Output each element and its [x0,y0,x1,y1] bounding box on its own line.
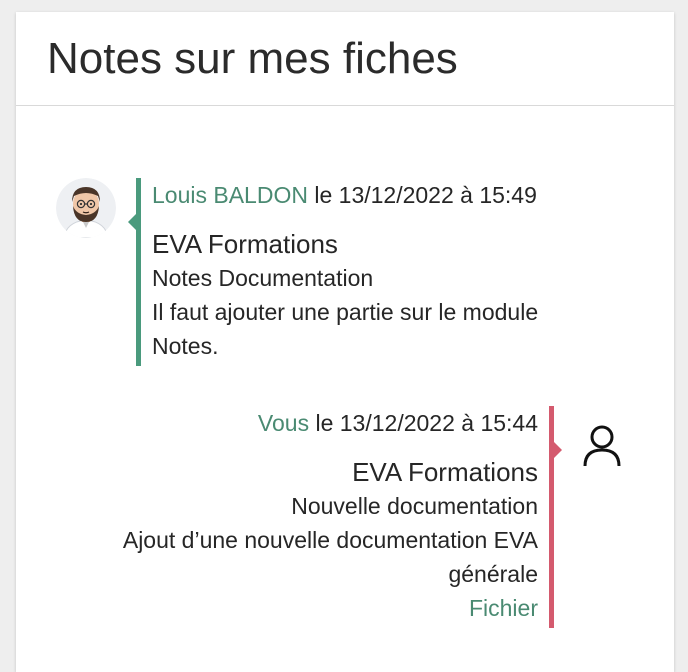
note-title: EVA Formations [152,229,338,259]
note-author[interactable]: Louis BALDON [152,182,308,208]
note-meta: Vous le 13/12/2022 à 15:44 [94,406,538,440]
note-author[interactable]: Vous [258,410,309,436]
note-meta: Louis BALDON le 13/12/2022 à 15:49 [152,178,576,212]
note-subtitle: Notes Documentation [152,265,374,291]
note-datetime: le 13/12/2022 à 15:49 [307,182,537,208]
user-outline-icon[interactable] [582,424,622,468]
note-body: Ajout d’une nouvelle documentation EVA g… [122,527,538,587]
note-body: Il faut ajouter une partie sur le module… [152,299,539,359]
note-title: EVA Formations [352,457,538,487]
avatar[interactable] [56,178,116,238]
note-bubble: Vous le 13/12/2022 à 15:44 EVA Formation… [94,406,562,628]
note-datetime: le 13/12/2022 à 15:44 [309,410,538,436]
card-header: Notes sur mes fiches [16,12,674,106]
user-photo-avatar-icon [56,178,116,238]
attachment-link[interactable]: Fichier [94,591,538,625]
note-bubble: Louis BALDON le 13/12/2022 à 15:49 EVA F… [128,178,576,366]
notes-card: Notes sur mes fiches Louis BALDON le 13/… [16,12,674,672]
page-title: Notes sur mes fiches [47,34,458,83]
note-subtitle: Nouvelle documentation [291,493,538,519]
